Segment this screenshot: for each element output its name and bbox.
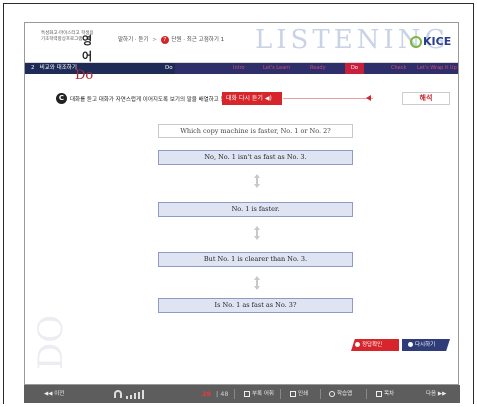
dot-icon [355, 342, 360, 347]
divider [234, 389, 235, 399]
brand: 특성화고·마이스터고 학생용 기초학력향상프로그램 영어 [41, 31, 101, 63]
print-button[interactable]: 인쇄 [290, 385, 308, 403]
list-icon [376, 390, 382, 397]
translation-button[interactable]: 해석 [402, 92, 450, 105]
toc-button[interactable]: 목차 [376, 385, 394, 403]
side-watermark: DO [31, 314, 71, 370]
tab-do[interactable]: Do [345, 63, 364, 74]
check-answer-label: 정답확인 [362, 342, 383, 348]
sentence-card[interactable]: No. 1 is faster. [158, 202, 353, 217]
tab-intro[interactable]: Intro [233, 63, 245, 74]
next-button[interactable]: 다음 ▶▶ [426, 385, 446, 403]
audio-progress-track[interactable] [283, 98, 373, 99]
map-icon [329, 390, 335, 397]
sentence-card[interactable]: But No. 1 is clearer than No. 3. [158, 252, 353, 267]
study-map-button[interactable]: 학습맵 [329, 385, 352, 403]
breadcrumb-section: 말하기 · 듣기 [118, 37, 149, 43]
section-label: Do [75, 68, 94, 83]
divider [280, 389, 281, 399]
unit-number-badge: 7 [160, 35, 169, 44]
subject-title: 영어 [82, 34, 93, 63]
tab-ready[interactable]: Ready [310, 63, 326, 74]
question-box: Which copy machine is faster, No. 1 or N… [158, 124, 353, 138]
current-step-label: Do [165, 65, 173, 71]
dot-icon [408, 342, 413, 347]
study-map-label: 학습맵 [337, 391, 353, 397]
footer-toolbar: ◀◀ 이전 28 | 48 부록 어휘 인쇄 학습맵 목차 다음 ▶▶ [24, 385, 460, 403]
lesson-number: 2 [31, 65, 35, 71]
tab-check[interactable]: Check [391, 63, 406, 74]
logo-mark-icon [410, 36, 422, 48]
check-answer-button[interactable]: 정답확인 [351, 339, 399, 351]
audio-progress-knob-icon[interactable] [366, 95, 371, 101]
screen-border [3, 3, 474, 4]
lesson-title: 비교와 대조하기 [39, 65, 77, 71]
screen-border [3, 3, 4, 404]
tab-lets-learn[interactable]: Let's Learn [263, 63, 290, 74]
vocab-button[interactable]: 부록 어휘 [244, 385, 274, 403]
book-icon [244, 390, 250, 397]
lesson-title-bar: 2 비교와 대조하기 [25, 63, 175, 74]
print-icon [290, 390, 296, 397]
listen-again-button[interactable]: 대화 다시 듣기 ◀) [222, 92, 282, 105]
activity-badge: C [56, 93, 67, 104]
tab-wrap-up[interactable]: Let's Wrap It Up [417, 63, 457, 74]
breadcrumb-unit: 단원 · 최근 고점하기 1 [171, 37, 225, 43]
reorder-arrows-icon [254, 226, 260, 240]
reorder-arrows-icon [254, 276, 260, 290]
breadcrumb-separator: > [152, 37, 157, 43]
breadcrumb: 말하기 · 듣기 > 7 단원 · 최근 고점하기 1 [118, 35, 224, 44]
vocab-label: 부록 어휘 [252, 391, 274, 397]
total-pages: | 48 [216, 390, 229, 398]
divider [366, 389, 367, 399]
prev-button[interactable]: ◀◀ 이전 [44, 385, 64, 403]
volume-bars-icon[interactable] [126, 390, 146, 399]
divider [320, 389, 321, 399]
current-page: 28 [202, 390, 212, 398]
screen-border [473, 3, 474, 404]
print-label: 인쇄 [298, 391, 309, 397]
logo-text: KICE [423, 35, 452, 48]
kice-logo: KICE [410, 35, 451, 48]
header: 특성화고·마이스터고 학생용 기초학력향상프로그램 영어 말하기 · 듣기 > … [25, 23, 458, 63]
retry-button[interactable]: 다시하기 [402, 339, 450, 351]
sentence-card[interactable]: No, No. 1 isn't as fast as No. 3. [158, 150, 353, 165]
retry-label: 다시하기 [415, 342, 436, 348]
reorder-arrows-icon [254, 174, 260, 188]
headphones-icon[interactable] [114, 390, 122, 398]
toc-label: 목차 [384, 391, 395, 397]
sentence-card[interactable]: Is No. 1 as fast as No. 3? [158, 298, 353, 313]
instruction-row: C 대화를 듣고 대화가 자연스럽게 이어지도록 보기의 말을 배열하고 말해 … [56, 92, 450, 106]
